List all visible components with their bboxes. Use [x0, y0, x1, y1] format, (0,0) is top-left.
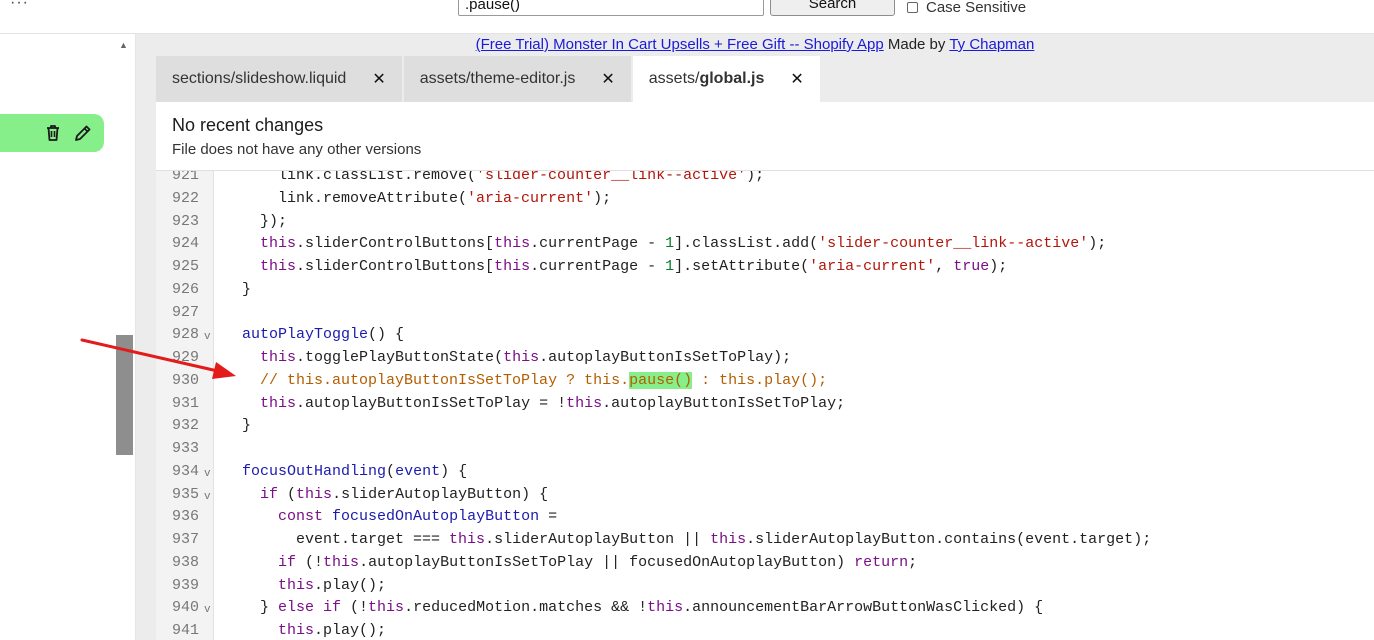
code-line: 929 this.togglePlayButtonState(this.auto…: [156, 346, 1374, 369]
line-number: 924: [171, 235, 199, 253]
trash-icon[interactable]: [42, 122, 64, 144]
code-text: this.sliderControlButtons[this.currentPa…: [260, 235, 1107, 253]
promo-author-link[interactable]: Ty Chapman: [949, 36, 1034, 53]
code-text: this.play();: [278, 576, 387, 594]
line-number: 935: [171, 485, 199, 503]
code-text: focusOutHandling(event) {: [242, 462, 468, 480]
code-text: }: [224, 417, 252, 435]
search-input[interactable]: [458, 0, 764, 16]
tab-theme-editor-js[interactable]: assets/theme-editor.js ✕: [403, 56, 631, 102]
code-line: 930 // this.autoplayButtonIsSetToPlay ? …: [156, 369, 1374, 392]
code-editor-panel: (Free Trial) Monster In Cart Upsells + F…: [136, 34, 1374, 640]
code-line: 936 const focusedOnAutoplayButton =: [156, 505, 1374, 528]
history-subtitle: File does not have any other versions: [172, 141, 422, 158]
version-history-panel: No recent changes File does not have any…: [156, 102, 1374, 171]
code-text: if (!this.autoplayButtonIsSetToPlay || f…: [278, 553, 918, 571]
code-line: 926 }: [156, 278, 1374, 301]
line-number: 926: [171, 280, 199, 298]
close-icon[interactable]: ✕: [372, 69, 385, 89]
code-text: link.classList.remove('slider-counter__l…: [224, 171, 765, 184]
line-number: 925: [171, 258, 199, 275]
code-text: this.sliderControlButtons[this.currentPa…: [260, 258, 1008, 275]
tab-global-js[interactable]: assets/global.js ✕: [632, 56, 820, 102]
history-title: No recent changes: [172, 115, 324, 135]
promo-banner: (Free Trial) Monster In Cart Upsells + F…: [136, 36, 1374, 53]
case-sensitive-label: Case Sensitive: [926, 0, 1027, 16]
line-number: 922: [171, 189, 199, 207]
code-area[interactable]: 921 link.classList.remove('slider-counte…: [156, 171, 1374, 640]
line-number: 939: [171, 576, 199, 594]
case-sensitive-toggle[interactable]: Case Sensitive: [907, 0, 1026, 16]
code-line: 934 v focusOutHandling(event) {: [156, 460, 1374, 483]
red-arrow-annotation: [80, 338, 236, 379]
code-line: 932 }: [156, 414, 1374, 437]
code-text: }: [224, 280, 252, 298]
line-number: 931: [171, 394, 199, 412]
line-number: 937: [171, 531, 199, 548]
pencil-icon[interactable]: [72, 122, 94, 144]
scroll-up-icon[interactable]: ▲: [119, 40, 128, 50]
search-button[interactable]: Search: [770, 0, 895, 16]
close-icon[interactable]: ✕: [790, 69, 803, 89]
code-line: 931 this.autoplayButtonIsSetToPlay = !th…: [156, 392, 1374, 415]
code-line: 941 this.play();: [156, 619, 1374, 640]
promo-made-by: Made by: [887, 36, 946, 53]
file-tabs: sections/slideshow.liquid ✕ assets/theme…: [156, 56, 822, 102]
code-line: 933: [156, 437, 1374, 460]
tab-slideshow-liquid[interactable]: sections/slideshow.liquid ✕: [156, 56, 402, 102]
tab-label: assets/theme-editor.js: [419, 70, 576, 87]
code-text: const focusedOnAutoplayButton =: [278, 508, 558, 526]
code-line: 923 });: [156, 210, 1374, 233]
code-text: });: [224, 212, 288, 230]
tab-label: sections/slideshow.liquid: [172, 70, 347, 87]
tab-label: assets/global.js: [648, 70, 765, 87]
search-toolbar: ··· Search Case Sensitive: [0, 0, 1374, 34]
code-line: 921 link.classList.remove('slider-counte…: [156, 171, 1374, 187]
line-number: 941: [171, 622, 199, 639]
code-text: // this.autoplayButtonIsSetToPlay ? this…: [260, 371, 828, 389]
code-line: 928 v autoPlayToggle() {: [156, 323, 1374, 346]
line-number: 934: [171, 462, 199, 480]
line-number: 933: [171, 440, 199, 457]
line-number: 940: [171, 599, 199, 617]
code-text: this.play();: [278, 622, 387, 639]
code-text: link.removeAttribute('aria-current');: [224, 189, 612, 207]
line-number: 932: [171, 417, 199, 435]
code-line: 937 event.target === this.sliderAutoplay…: [156, 528, 1374, 551]
code-line: 924 this.sliderControlButtons[this.curre…: [156, 232, 1374, 255]
code-text: this.togglePlayButtonState(this.autoplay…: [260, 349, 792, 366]
code-text: autoPlayToggle() {: [242, 326, 405, 344]
code-text: } else if (!this.reducedMotion.matches &…: [224, 599, 1044, 617]
code-text: if (this.sliderAutoplayButton) {: [260, 485, 549, 503]
promo-app-link[interactable]: (Free Trial) Monster In Cart Upsells + F…: [476, 36, 884, 53]
code-text: event.target === this.sliderAutoplayButt…: [224, 531, 1152, 548]
line-number: 921: [171, 171, 199, 184]
code-line: 940 v } else if (!this.reducedMotion.matc…: [156, 596, 1374, 619]
line-number: 927: [171, 303, 199, 321]
code-line: 922 link.removeAttribute('aria-current')…: [156, 187, 1374, 210]
ellipsis-icon[interactable]: ···: [10, 0, 29, 12]
code-line: 935 v if (this.sliderAutoplayButton) {: [156, 483, 1374, 506]
code-line: 938 if (!this.autoplayButtonIsSetToPlay …: [156, 551, 1374, 574]
line-number: 923: [171, 212, 199, 230]
line-number: 938: [171, 553, 199, 571]
code-text: this.autoplayButtonIsSetToPlay = !this.a…: [260, 394, 846, 412]
code-line: 927: [156, 301, 1374, 324]
line-number: 936: [171, 508, 199, 526]
close-icon[interactable]: ✕: [601, 69, 614, 89]
case-sensitive-checkbox[interactable]: [907, 2, 918, 13]
selected-file-item[interactable]: [0, 114, 104, 152]
code-line: 925 this.sliderControlButtons[this.curre…: [156, 255, 1374, 278]
code-line: 939 this.play();: [156, 574, 1374, 597]
